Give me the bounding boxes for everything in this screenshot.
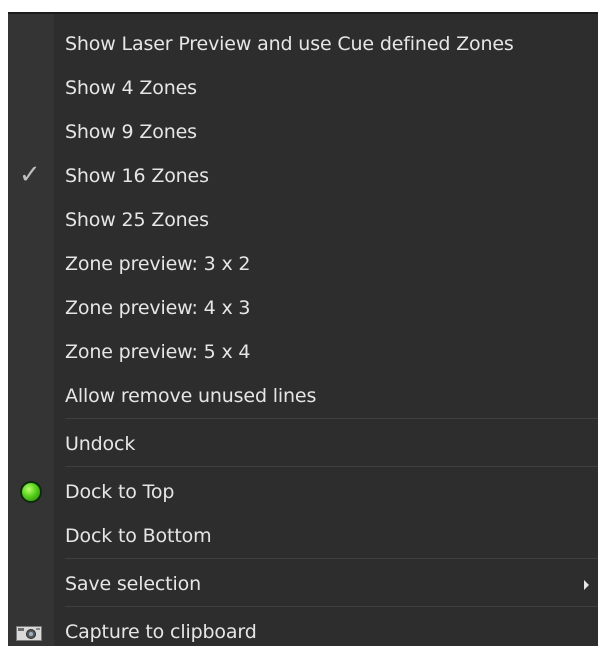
- menu-separator: [65, 606, 598, 607]
- menu-item-show-9-zones[interactable]: Show 9 Zones: [8, 112, 598, 152]
- menu-item-show-4-zones[interactable]: Show 4 Zones: [8, 68, 598, 108]
- menu-item-zone-preview-5x4[interactable]: Zone preview: 5 x 4: [8, 332, 598, 372]
- menu-item-label: Save selection: [65, 573, 201, 595]
- green-indicator-icon: [20, 481, 42, 503]
- menu-item-zone-preview-4x3[interactable]: Zone preview: 4 x 3: [8, 288, 598, 328]
- menu-item-zone-preview-3x2[interactable]: Zone preview: 3 x 2: [8, 244, 598, 284]
- menu-item-label: Dock to Bottom: [65, 525, 212, 547]
- menu-item-dock-to-top[interactable]: Dock to Top: [8, 472, 598, 512]
- menu-item-label: Undock: [65, 433, 136, 455]
- menu-item-show-16-zones[interactable]: ✓ Show 16 Zones: [8, 156, 598, 196]
- menu-item-label: Capture to clipboard: [65, 621, 257, 643]
- menu-item-label: Show Laser Preview and use Cue defined Z…: [65, 33, 514, 55]
- submenu-arrow-icon: [584, 580, 589, 590]
- menu-item-label: Dock to Top: [65, 481, 175, 503]
- menu-item-dock-to-bottom[interactable]: Dock to Bottom: [8, 516, 598, 556]
- menu-separator: [65, 558, 598, 559]
- menu-item-show-laser-preview[interactable]: Show Laser Preview and use Cue defined Z…: [8, 24, 598, 64]
- menu-item-label: Zone preview: 4 x 3: [65, 297, 251, 319]
- menu-item-icon-slot: ✓: [8, 156, 54, 196]
- camera-icon: [16, 626, 42, 641]
- menu-item-label: Show 25 Zones: [65, 209, 209, 231]
- menu-item-undock[interactable]: Undock: [8, 424, 598, 464]
- menu-item-icon-slot: [8, 472, 54, 512]
- menu-item-label: Show 16 Zones: [65, 165, 209, 187]
- menu-item-label: Show 4 Zones: [65, 77, 197, 99]
- menu-item-show-25-zones[interactable]: Show 25 Zones: [8, 200, 598, 240]
- menu-item-label: Zone preview: 3 x 2: [65, 253, 251, 275]
- menu-separator: [65, 418, 598, 419]
- menu-item-save-selection[interactable]: Save selection: [8, 564, 598, 604]
- context-menu: Show Laser Preview and use Cue defined Z…: [8, 12, 598, 646]
- menu-item-capture-to-clipboard[interactable]: Capture to clipboard: [8, 612, 598, 652]
- menu-separator: [65, 466, 598, 467]
- menu-item-allow-remove-unused-lines[interactable]: Allow remove unused lines: [8, 376, 598, 416]
- menu-item-label: Zone preview: 5 x 4: [65, 341, 251, 363]
- checkmark-icon: ✓: [19, 160, 41, 190]
- menu-item-icon-slot: [8, 612, 54, 652]
- menu-item-label: Allow remove unused lines: [65, 385, 317, 407]
- menu-item-label: Show 9 Zones: [65, 121, 197, 143]
